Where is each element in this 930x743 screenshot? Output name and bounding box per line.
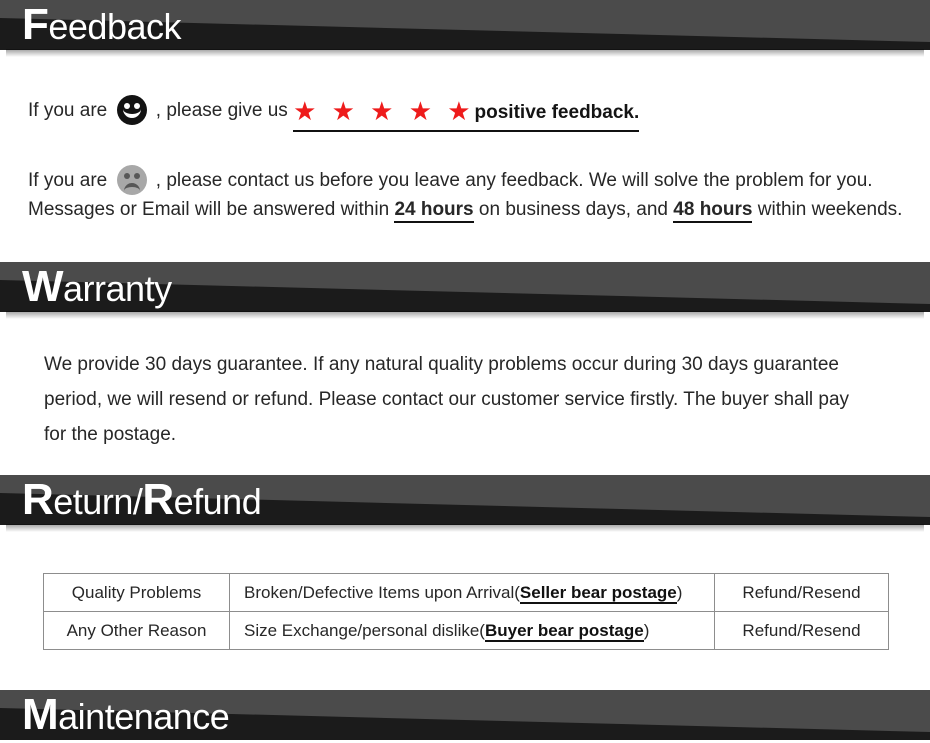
sad-eye-left xyxy=(123,173,130,179)
page-root: Feedback If you are , please give us ★ ★… xyxy=(0,0,930,743)
desc-postage-party: Seller bear postage xyxy=(519,582,677,604)
desc-suffix: ) xyxy=(676,582,683,602)
maintenance-banner-rest: aintenance xyxy=(58,696,230,737)
feedback-banner-rest: eedback xyxy=(48,6,181,47)
sad-eye-right xyxy=(133,173,140,179)
banner-shadow xyxy=(6,311,924,319)
refund-banner-initial: R xyxy=(142,475,174,524)
warranty-banner-title: Warranty xyxy=(22,265,172,309)
feedback-line-negative: If you are , please contact us before yo… xyxy=(28,165,873,196)
response-time-suffix: within weekends. xyxy=(757,199,903,220)
banner-shadow xyxy=(6,524,924,532)
refund-banner-rest: efund xyxy=(173,481,262,522)
star-icons: ★ ★ ★ ★ ★ xyxy=(293,96,475,126)
return-refund-banner: Return/Refund xyxy=(0,475,930,532)
feedback-line2-prefix: If you are xyxy=(28,170,108,191)
feedback-line-positive: If you are , please give us ★ ★ ★ ★ ★pos… xyxy=(28,95,640,132)
feedback-banner-title: Feedback xyxy=(22,3,181,47)
table-row: Quality Problems Broken/Defective Items … xyxy=(43,573,889,612)
table-cell-reason: Any Other Reason xyxy=(43,611,230,650)
table-cell-action: Refund/Resend xyxy=(714,573,889,612)
feedback-line1-prefix: If you are xyxy=(28,100,108,121)
desc-prefix: Broken/Defective Items upon Arrival( xyxy=(244,582,520,602)
response-time-48h: 48 hours xyxy=(673,199,753,223)
star-rating-group: ★ ★ ★ ★ ★positive feedback. xyxy=(293,96,640,132)
table-cell-reason: Quality Problems xyxy=(43,573,230,612)
warranty-body-text: We provide 30 days guarantee. If any nat… xyxy=(44,354,850,445)
maintenance-banner: Maintenance xyxy=(0,690,930,740)
table-row: Any Other Reason Size Exchange/personal … xyxy=(43,611,889,650)
response-time-prefix: Messages or Email will be answered withi… xyxy=(28,199,390,220)
return-banner-initial: R xyxy=(22,475,54,524)
desc-prefix: Size Exchange/personal dislike( xyxy=(244,620,485,640)
response-time-24h: 24 hours xyxy=(394,199,474,223)
banner-shadow xyxy=(6,49,924,57)
happy-face-icon xyxy=(116,95,147,125)
warranty-banner-rest: arranty xyxy=(63,268,172,309)
maintenance-banner-title: Maintenance xyxy=(22,690,230,739)
return-banner-mid: eturn/ xyxy=(53,481,143,522)
warranty-banner-initial: W xyxy=(22,262,64,311)
table-cell-description: Size Exchange/personal dislike(Buyer bea… xyxy=(229,611,715,650)
feedback-banner: Feedback xyxy=(0,0,930,57)
sad-mouth xyxy=(123,183,140,192)
feedback-line2-suffix: , please contact us before you leave any… xyxy=(155,170,873,191)
response-time-mid: on business days, and xyxy=(478,199,668,220)
table-cell-action: Refund/Resend xyxy=(714,611,889,650)
feedback-banner-initial: F xyxy=(22,0,49,49)
table-cell-description: Broken/Defective Items upon Arrival(Sell… xyxy=(229,573,715,612)
return-refund-table: Quality Problems Broken/Defective Items … xyxy=(43,573,889,650)
warranty-banner: Warranty xyxy=(0,262,930,319)
desc-postage-party: Buyer bear postage xyxy=(484,620,644,642)
sad-face-icon xyxy=(116,165,147,195)
desc-suffix: ) xyxy=(643,620,650,640)
positive-feedback-text: positive feedback. xyxy=(474,102,640,123)
feedback-line1-suffix: , please give us xyxy=(155,100,288,121)
happy-mouth xyxy=(122,108,141,118)
feedback-line-response-time: Messages or Email will be answered withi… xyxy=(28,195,902,225)
maintenance-banner-initial: M xyxy=(22,690,59,739)
return-refund-banner-title: Return/Refund xyxy=(22,475,262,524)
